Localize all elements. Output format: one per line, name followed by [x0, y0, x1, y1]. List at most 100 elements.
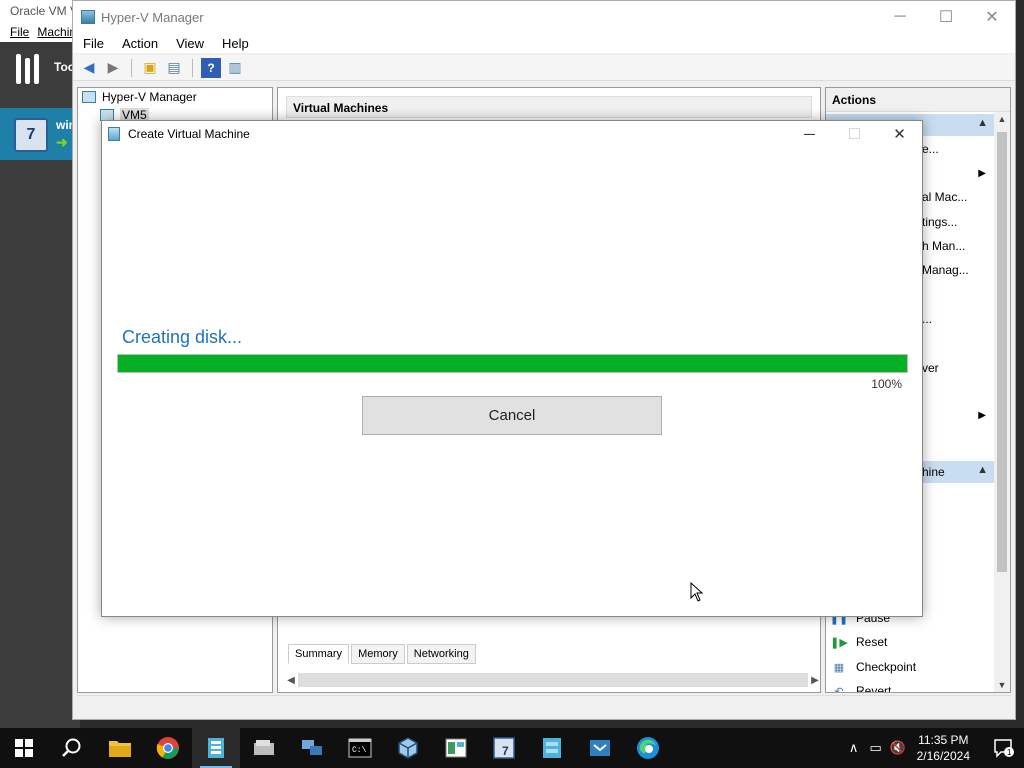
- dialog-maximize-button: ☐: [847, 126, 862, 143]
- scroll-track[interactable]: [298, 673, 808, 687]
- hyperv-menubar: File Action View Help: [73, 33, 1015, 53]
- progress-status-text: Creating disk...: [122, 327, 243, 347]
- virtualbox-menu-file[interactable]: File: [10, 25, 29, 39]
- progress-percent-label: 100%: [871, 377, 902, 391]
- action-item[interactable]: al Mac...: [922, 190, 967, 204]
- file-explorer-taskbar-item[interactable]: [96, 728, 144, 768]
- search-icon: [62, 738, 81, 757]
- server-manager-icon: [445, 738, 467, 758]
- virtualbox-window: Oracle VM VirtualBox Manager File Machin…: [0, 0, 85, 728]
- dialog-close-button[interactable]: ✕: [877, 121, 922, 147]
- svg-text:7: 7: [502, 744, 509, 758]
- virtual-machines-header: Virtual Machines: [286, 96, 812, 118]
- back-icon[interactable]: ◀: [79, 58, 99, 78]
- edge-taskbar-item[interactable]: [624, 728, 672, 768]
- windows-logo-icon: [15, 739, 33, 757]
- disk-tool-taskbar-item[interactable]: [240, 728, 288, 768]
- volume-muted-icon[interactable]: 🔇: [887, 740, 909, 756]
- action-checkpoint[interactable]: ▦ Checkpoint: [832, 660, 916, 674]
- scroll-down-icon[interactable]: ▼: [994, 680, 1010, 690]
- minimize-button[interactable]: ─: [877, 1, 923, 33]
- forward-icon[interactable]: ▶: [103, 58, 123, 78]
- tab-summary[interactable]: Summary: [288, 644, 350, 664]
- system-tray: ∧ ▭ 🔇 11:35 PM 2/16/2024 1: [843, 728, 1024, 768]
- scroll-thumb[interactable]: [997, 132, 1007, 572]
- actions-vertical-scrollbar[interactable]: ▲ ▼: [994, 112, 1010, 692]
- status-bar: [77, 695, 1011, 717]
- menu-help[interactable]: Help: [222, 36, 249, 51]
- toolbar-separator: [192, 58, 193, 77]
- hyperv-manager-icon: [82, 91, 96, 103]
- menu-view[interactable]: View: [176, 36, 204, 51]
- network-computers-icon: [302, 740, 322, 755]
- network-tool-taskbar-item[interactable]: [288, 728, 336, 768]
- submenu-arrow-icon: ▶: [978, 168, 986, 179]
- edge-icon: [637, 737, 659, 759]
- progress-bar: [117, 354, 908, 373]
- show-hide-tree-icon[interactable]: ▤: [164, 58, 184, 78]
- action-center-button[interactable]: 1: [984, 728, 1024, 768]
- dialog-title: Create Virtual Machine: [128, 127, 250, 141]
- notification-icon: 1: [994, 739, 1014, 758]
- remote-tool-taskbar-item[interactable]: [576, 728, 624, 768]
- scroll-up-icon[interactable]: ▲: [994, 114, 1010, 124]
- windows7-vm-icon: 7: [14, 118, 48, 152]
- collapse-icon[interactable]: ▲: [977, 464, 988, 476]
- progress-bar-fill: [118, 355, 907, 372]
- action-item[interactable]: ...: [922, 312, 932, 326]
- action-item[interactable]: e...: [922, 142, 939, 156]
- actions-header: Actions: [826, 88, 1010, 112]
- maximize-button[interactable]: ☐: [923, 1, 969, 33]
- tray-overflow-icon[interactable]: ∧: [843, 740, 865, 756]
- clock-time: 11:35 PM: [918, 733, 969, 747]
- virtualbox-taskbar-item[interactable]: [384, 728, 432, 768]
- action-item[interactable]: tings...: [922, 215, 957, 229]
- start-button[interactable]: [0, 728, 48, 768]
- virtualbox-vm-item[interactable]: 7 win7 ➜: [0, 108, 83, 160]
- action-checkpoint-label: Checkpoint: [856, 660, 917, 674]
- menu-file[interactable]: File: [83, 36, 104, 51]
- close-button[interactable]: ✕: [969, 1, 1015, 33]
- hyperv-app-icon: [81, 10, 95, 24]
- scroll-left-icon[interactable]: ◀: [284, 675, 298, 686]
- tree-item-hyperv-manager[interactable]: Hyper-V Manager: [78, 88, 272, 106]
- dialog-minimize-button[interactable]: ─: [787, 121, 832, 147]
- virtualbox-menubar: File Machine: [0, 22, 80, 42]
- actions-group-vm-label: hine: [922, 465, 945, 479]
- action-revert[interactable]: ↶ Revert: [832, 684, 891, 692]
- win7-vm-taskbar-item[interactable]: 7: [480, 728, 528, 768]
- action-item[interactable]: Manag...: [922, 263, 969, 277]
- notification-count: 1: [1007, 748, 1012, 757]
- virtualbox-icon: [398, 737, 418, 759]
- clock-date: 2/16/2024: [916, 749, 970, 763]
- help-icon[interactable]: ?: [201, 57, 221, 78]
- search-button[interactable]: [48, 728, 96, 768]
- network-icon[interactable]: ▭: [865, 740, 887, 756]
- svg-text:C:\: C:\: [352, 746, 367, 755]
- create-vm-dialog: Create Virtual Machine ─ ☐ ✕ Creating di…: [101, 120, 923, 617]
- scroll-right-icon[interactable]: ▶: [808, 675, 822, 686]
- running-arrow-icon: ➜: [56, 134, 68, 150]
- tab-memory[interactable]: Memory: [351, 644, 405, 664]
- cancel-button[interactable]: Cancel: [362, 396, 662, 435]
- up-folder-icon[interactable]: ▣: [140, 58, 160, 78]
- hyperv-manager-taskbar-item[interactable]: [192, 728, 240, 768]
- tab-networking[interactable]: Networking: [406, 644, 476, 664]
- folder-icon: [109, 741, 131, 757]
- menu-action[interactable]: Action: [122, 36, 158, 51]
- hyperv-icon: [208, 738, 224, 758]
- hyperv-titlebar: Hyper-V Manager ─ ☐ ✕: [73, 1, 1015, 33]
- hyperv-toolbar: ◀ ▶ ▣ ▤ ? ▥: [73, 55, 1015, 81]
- show-hide-action-pane-icon[interactable]: ▥: [225, 58, 245, 78]
- action-reset[interactable]: ❚▶ Reset: [830, 635, 887, 649]
- command-prompt-taskbar-item[interactable]: C:\: [336, 728, 384, 768]
- server-manager-taskbar-item[interactable]: [432, 728, 480, 768]
- chrome-taskbar-item[interactable]: [144, 728, 192, 768]
- action-item[interactable]: h Man...: [922, 239, 965, 253]
- collapse-icon[interactable]: ▲: [977, 117, 988, 129]
- horizontal-scrollbar[interactable]: ◀ ▶: [284, 672, 822, 688]
- action-item[interactable]: ver: [922, 361, 939, 375]
- mouse-cursor-icon: [690, 582, 704, 602]
- hyperv-connection-taskbar-item[interactable]: [528, 728, 576, 768]
- clock[interactable]: 11:35 PM 2/16/2024: [909, 732, 984, 764]
